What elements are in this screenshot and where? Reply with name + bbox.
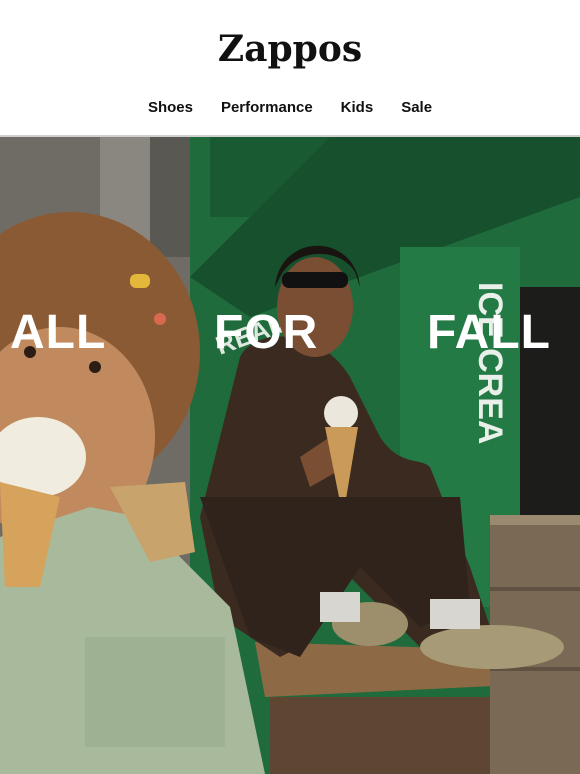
headline-word-all: ALL — [10, 306, 107, 359]
headline-word-fall: FALL — [427, 306, 551, 359]
zappos-logo[interactable]: Zappos — [0, 28, 580, 70]
nav-sale[interactable]: Sale — [401, 99, 432, 116]
main-nav: Shoes Performance Kids Sale — [0, 99, 580, 116]
email-header: Zappos Shoes Performance Kids Sale — [0, 0, 580, 137]
hero-banner[interactable]: ICE CREA REAM ALL FOR FALL — [0, 137, 580, 774]
hero-headline: ALL FOR FALL — [0, 305, 580, 365]
headline-word-for: FOR — [214, 306, 319, 359]
hero-image: ICE CREA REAM — [0, 137, 580, 774]
nav-kids[interactable]: Kids — [341, 99, 374, 116]
nav-shoes[interactable]: Shoes — [148, 99, 193, 116]
nav-performance[interactable]: Performance — [221, 99, 313, 116]
